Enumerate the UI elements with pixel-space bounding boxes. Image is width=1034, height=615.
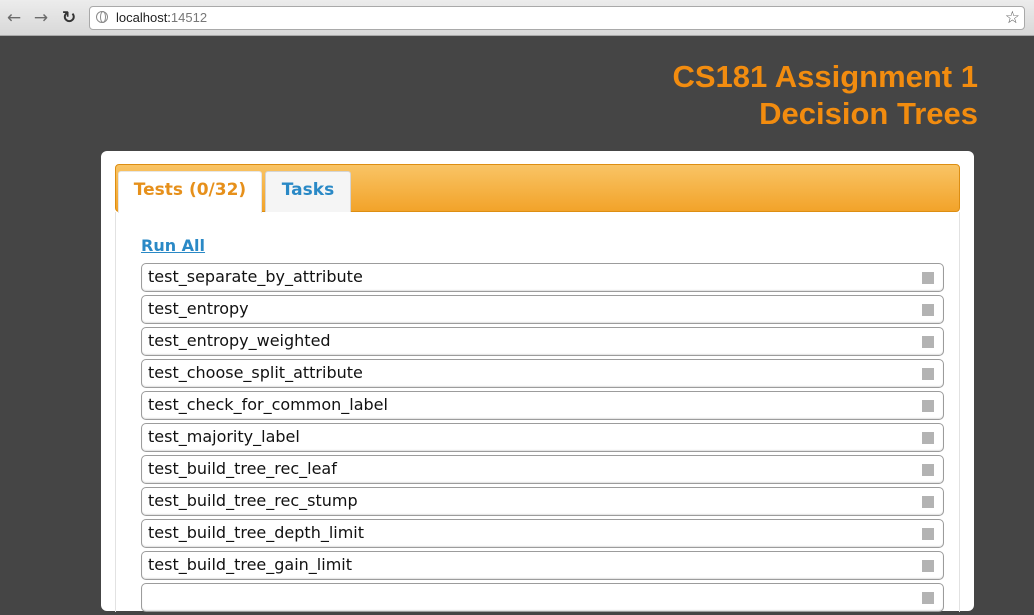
page-title-line-2: Decision Trees bbox=[759, 96, 978, 131]
test-name: test_separate_by_attribute bbox=[148, 267, 363, 286]
status-square-icon bbox=[922, 304, 934, 316]
tab-tests[interactable]: Tests (0/32) bbox=[118, 171, 262, 213]
tab-strip: Tests (0/32) Tasks bbox=[115, 164, 960, 213]
status-square-icon bbox=[922, 400, 934, 412]
test-row[interactable] bbox=[141, 583, 944, 612]
test-name: test_check_for_common_label bbox=[148, 395, 388, 414]
test-row[interactable]: test_build_tree_depth_limit bbox=[141, 519, 944, 548]
address-bar[interactable]: localhost:14512 ☆ bbox=[89, 6, 1025, 30]
bookmark-star-icon[interactable]: ☆ bbox=[1005, 7, 1020, 29]
status-square-icon bbox=[922, 496, 934, 508]
status-square-icon bbox=[922, 464, 934, 476]
test-name: test_choose_split_attribute bbox=[148, 363, 363, 382]
page-title-line-1: CS181 Assignment 1 bbox=[672, 59, 978, 94]
test-row[interactable]: test_entropy bbox=[141, 295, 944, 324]
test-name: test_build_tree_gain_limit bbox=[148, 555, 352, 574]
status-square-icon bbox=[922, 272, 934, 284]
test-name: test_entropy_weighted bbox=[148, 331, 331, 350]
page-title: CS181 Assignment 1 Decision Trees bbox=[672, 58, 978, 132]
url-host: localhost: bbox=[116, 10, 171, 25]
status-square-icon bbox=[922, 528, 934, 540]
back-arrow-icon[interactable]: ← bbox=[3, 7, 25, 29]
status-square-icon bbox=[922, 368, 934, 380]
test-row[interactable]: test_check_for_common_label bbox=[141, 391, 944, 420]
tab-tasks[interactable]: Tasks bbox=[265, 171, 351, 212]
forward-arrow-icon[interactable]: → bbox=[30, 7, 52, 29]
test-row[interactable]: test_choose_split_attribute bbox=[141, 359, 944, 388]
test-row[interactable]: test_build_tree_rec_leaf bbox=[141, 455, 944, 484]
test-row[interactable]: test_build_tree_gain_limit bbox=[141, 551, 944, 580]
url-port: 14512 bbox=[170, 10, 208, 25]
globe-icon bbox=[96, 11, 108, 23]
test-row[interactable]: test_build_tree_rec_stump bbox=[141, 487, 944, 516]
browser-toolbar: ← → ↻ localhost:14512 ☆ bbox=[0, 0, 1034, 36]
test-name: test_majority_label bbox=[148, 427, 300, 446]
test-row[interactable]: test_majority_label bbox=[141, 423, 944, 452]
run-all-link[interactable]: Run All bbox=[141, 236, 205, 255]
test-row[interactable]: test_separate_by_attribute bbox=[141, 263, 944, 292]
status-square-icon bbox=[922, 336, 934, 348]
test-name: test_entropy bbox=[148, 299, 249, 318]
test-name: test_build_tree_depth_limit bbox=[148, 523, 365, 542]
status-square-icon bbox=[922, 432, 934, 444]
url-text[interactable]: localhost:14512 bbox=[116, 10, 207, 25]
status-square-icon bbox=[922, 560, 934, 572]
test-list: test_separate_by_attribute test_entropyte… bbox=[141, 263, 944, 615]
status-square-icon bbox=[922, 592, 934, 604]
main-panel: Tests (0/32) Tasks Run All test_separate… bbox=[101, 151, 974, 612]
tests-panel: Run All test_separate_by_attribute test_e… bbox=[115, 212, 960, 612]
test-row[interactable]: test_entropy_weighted bbox=[141, 327, 944, 356]
test-name: test_build_tree_rec_leaf bbox=[148, 459, 337, 478]
reload-icon[interactable]: ↻ bbox=[58, 7, 80, 29]
test-name: test_build_tree_rec_stump bbox=[148, 491, 358, 510]
